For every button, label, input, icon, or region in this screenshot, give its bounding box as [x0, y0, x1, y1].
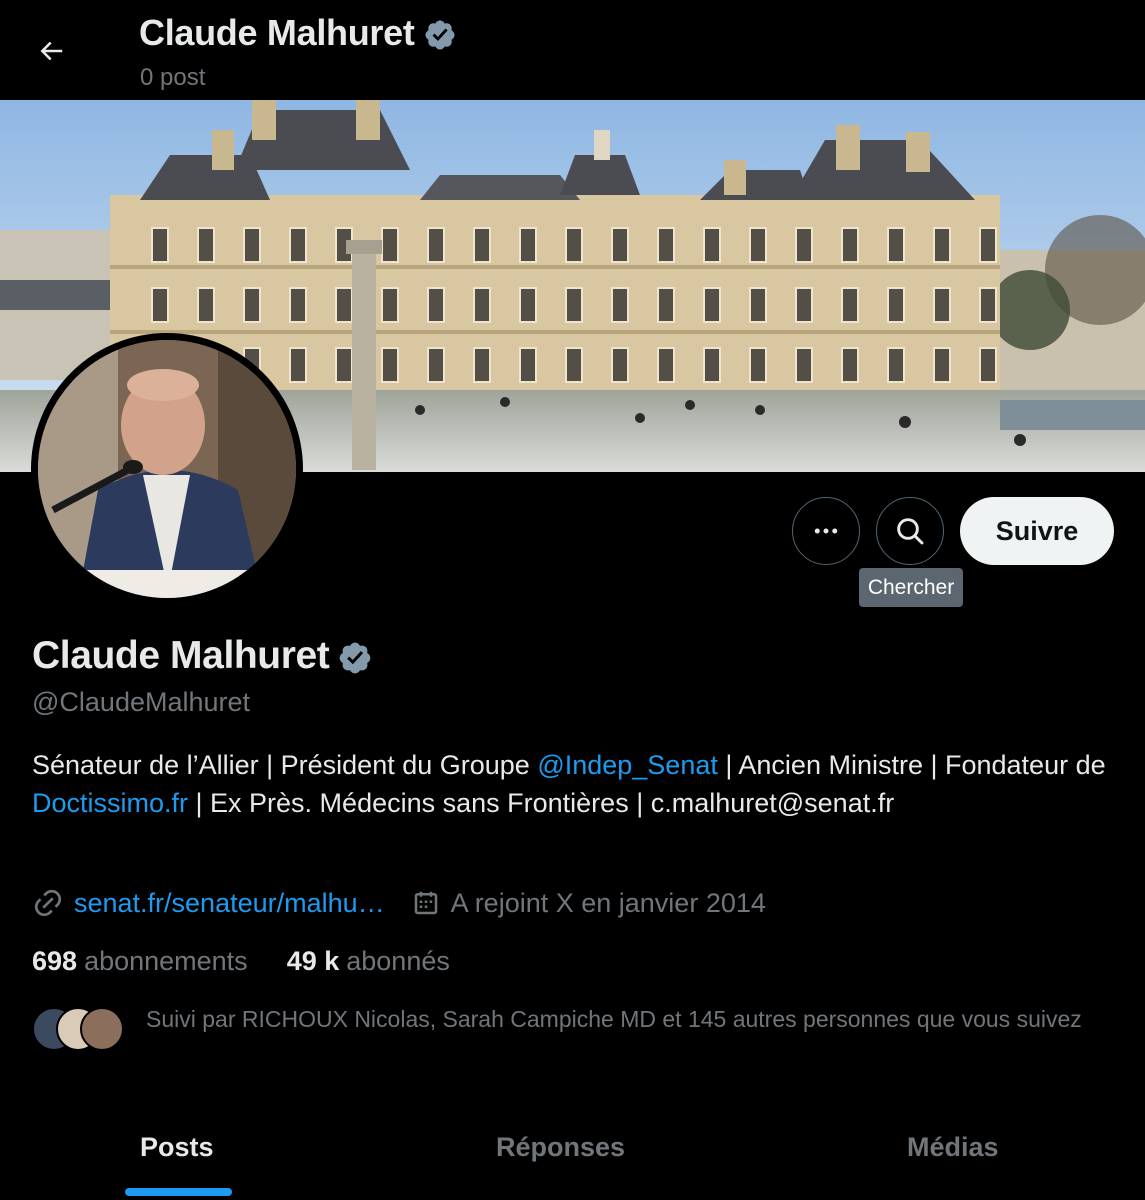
avatar-photo: [38, 340, 296, 598]
profile-name: Claude Malhuret: [32, 634, 330, 677]
follow-button[interactable]: Suivre: [960, 497, 1114, 565]
profile-tabs: Posts Réponses Médias: [0, 1108, 1145, 1200]
tab-posts[interactable]: Posts: [140, 1132, 214, 1163]
following-count: 698: [32, 946, 78, 976]
profile-bio: Sénateur de l’Allier | Président du Grou…: [32, 746, 1112, 822]
verified-badge-icon[interactable]: [337, 640, 373, 676]
post-count: 0 post: [140, 64, 206, 91]
following-label: abonnements: [84, 946, 248, 976]
followers-stat[interactable]: 49 k abonnés: [287, 946, 450, 977]
top-bar: Claude Malhuret 0 post: [0, 0, 1145, 100]
bio-mention-link[interactable]: @Indep_Senat: [537, 750, 718, 780]
joined-text: A rejoint X en janvier 2014: [450, 887, 766, 918]
followed-by-avatars: [32, 1007, 124, 1051]
followers-count: 49 k: [286, 946, 340, 976]
header-name: Claude Malhuret: [139, 12, 415, 53]
bio-text-3: | Ex Près. Médecins sans Frontières | c.…: [188, 788, 895, 818]
followed-by[interactable]: Suivi par RICHOUX Nicolas, Sarah Campich…: [32, 1004, 1112, 1068]
back-button[interactable]: [26, 26, 76, 76]
profile-meta: senat.fr/senateur/malhu… A rejoint X en …: [32, 884, 766, 922]
tab-media[interactable]: Médias: [907, 1132, 999, 1163]
website-link[interactable]: senat.fr/senateur/malhu…: [74, 888, 385, 919]
bio-site-link[interactable]: Doctissimo.fr: [32, 788, 188, 818]
search-icon: [897, 518, 924, 545]
more-icon: [814, 528, 838, 534]
joined-date: A rejoint X en janvier 2014: [411, 888, 766, 919]
bio-text-2: | Ancien Ministre | Fondateur de: [717, 750, 1106, 780]
active-tab-indicator: [125, 1188, 232, 1196]
search-tooltip: Chercher: [859, 568, 963, 607]
followers-label: abonnés: [346, 946, 450, 976]
followed-by-text: Suivi par RICHOUX Nicolas, Sarah Campich…: [146, 1006, 1082, 1032]
tab-replies[interactable]: Réponses: [496, 1132, 625, 1163]
profile-stats: 698 abonnements 49 k abonnés: [32, 946, 450, 977]
verified-badge-icon: [425, 20, 455, 50]
back-arrow-icon: [40, 41, 63, 61]
profile-avatar[interactable]: [31, 333, 303, 605]
profile-name-row: Claude Malhuret: [32, 634, 373, 678]
calendar-icon: [414, 891, 437, 915]
header-title: Claude Malhuret: [139, 12, 457, 54]
bio-text-1: Sénateur de l’Allier | Président du Grou…: [32, 750, 538, 780]
profile-handle: @ClaudeMalhuret: [32, 687, 251, 717]
link-icon: [34, 889, 62, 917]
following-stat[interactable]: 698 abonnements: [32, 946, 248, 977]
search-button[interactable]: [876, 497, 944, 565]
follower-avatar: [80, 1007, 124, 1051]
more-button[interactable]: [792, 497, 860, 565]
